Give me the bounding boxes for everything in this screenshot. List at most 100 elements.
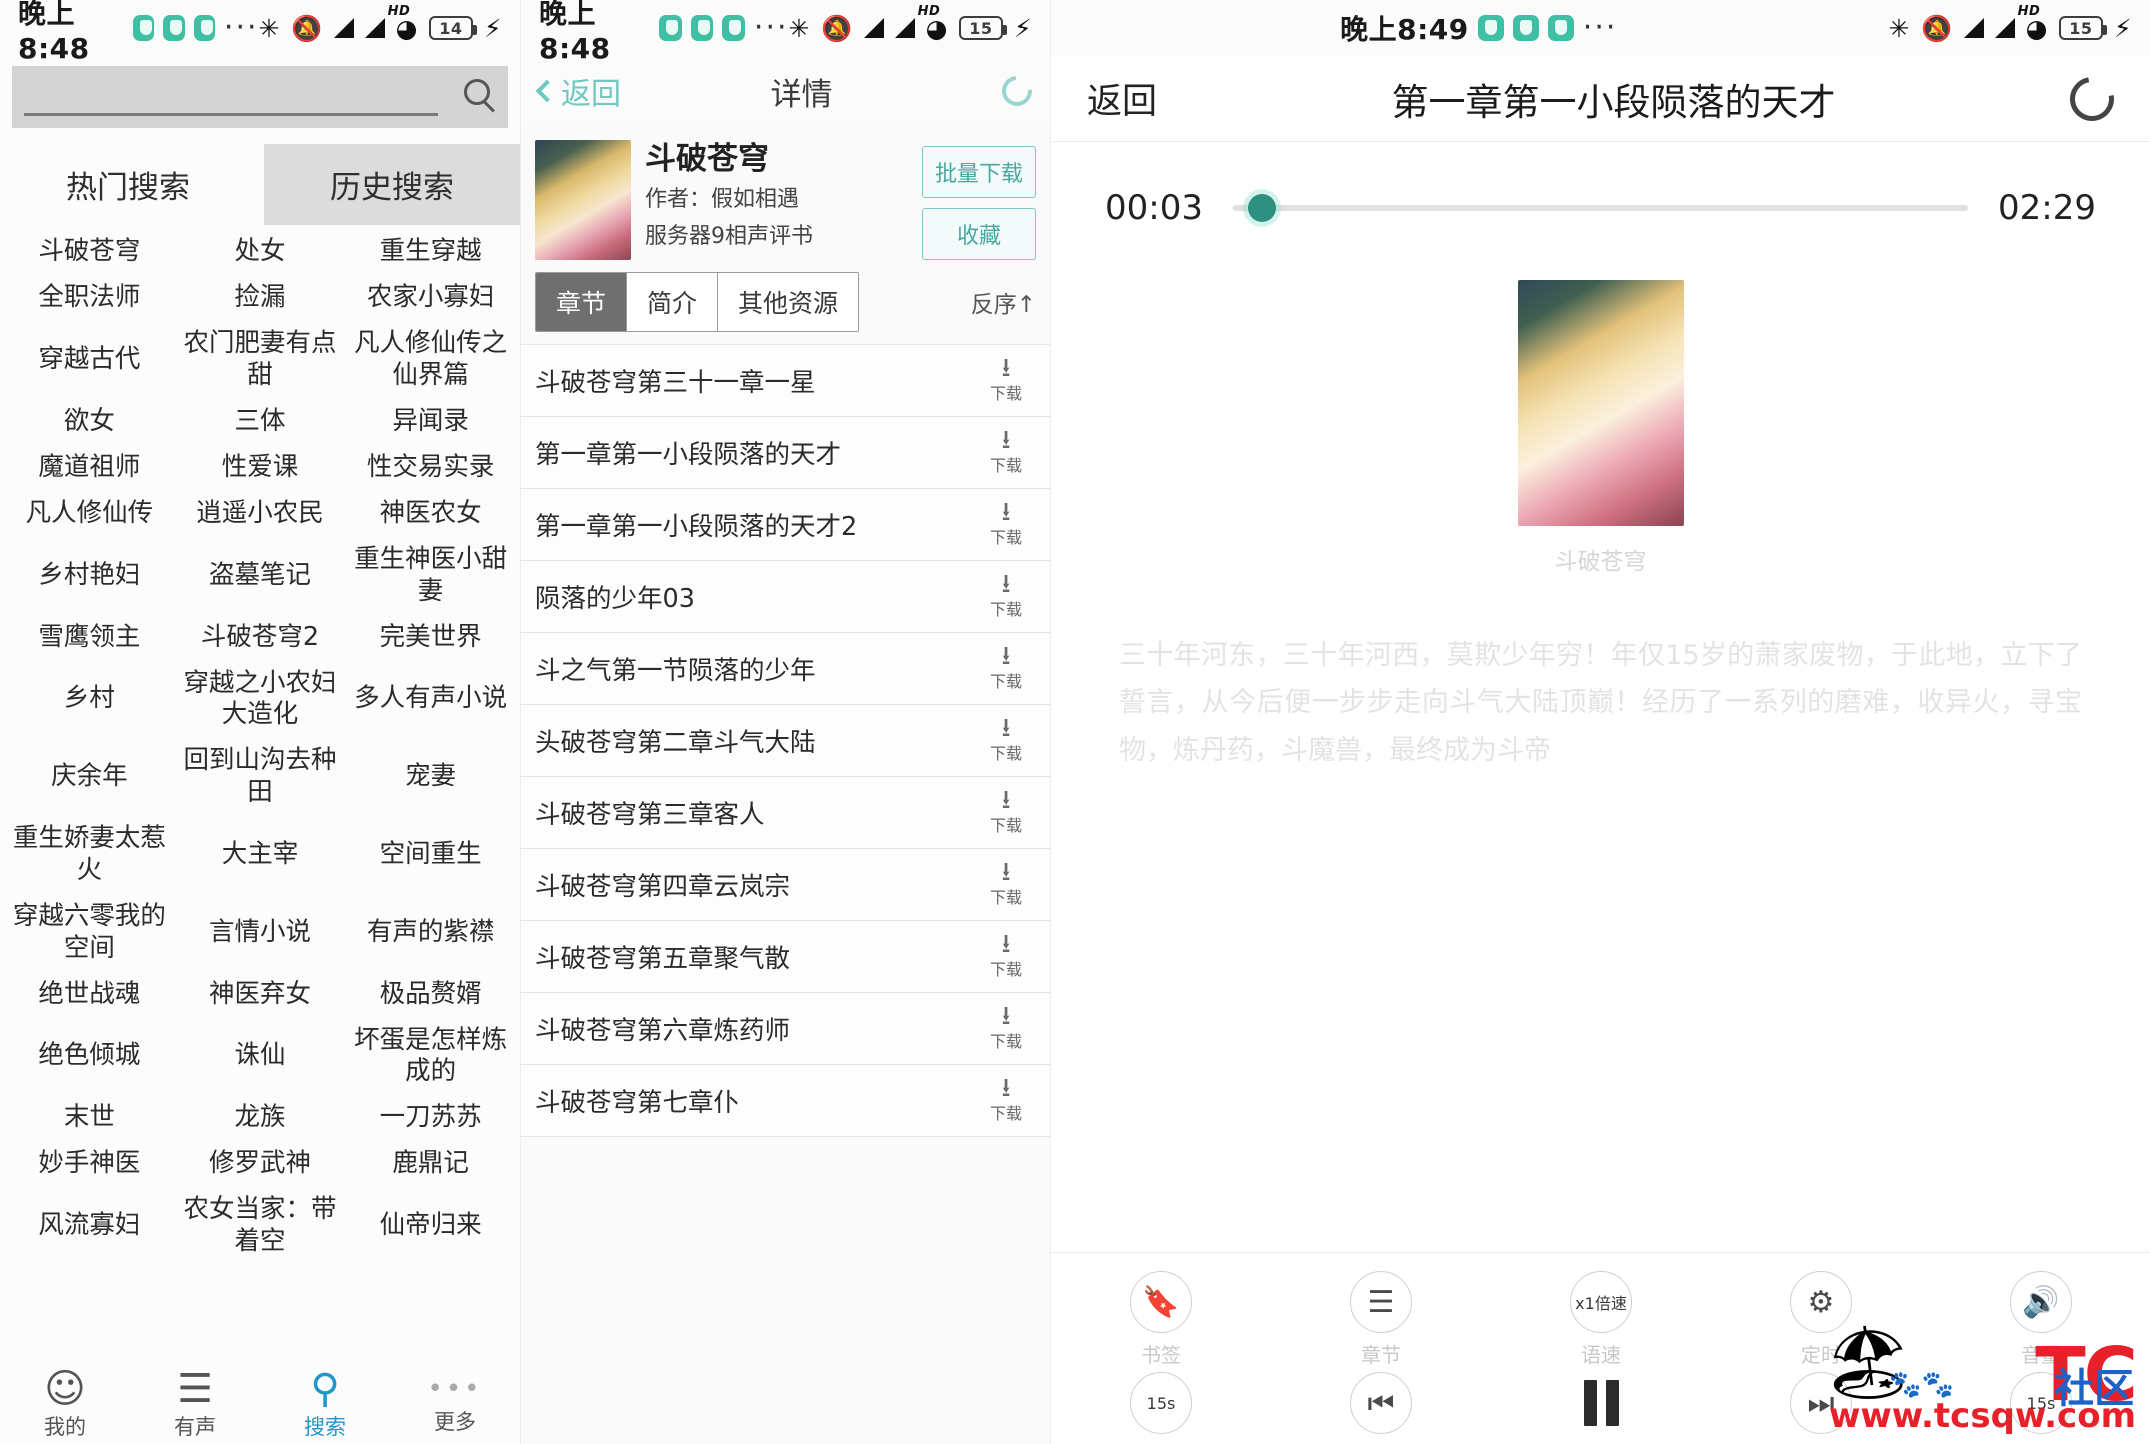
hot-keyword-item[interactable]: 逍遥小农民 <box>175 491 346 537</box>
hot-keyword-item[interactable]: 农门肥妻有点甜 <box>175 321 346 399</box>
chapter-row[interactable]: 头破苍穹第二章斗气大陆 ⭳ 下载 <box>521 705 1050 777</box>
chapter-row[interactable]: 斗破苍穹第三章客人 ⭳ 下载 <box>521 777 1050 849</box>
hot-keyword-item[interactable]: 龙族 <box>175 1095 346 1141</box>
hot-keyword-item[interactable]: 神医农女 <box>345 491 516 537</box>
sidebar-item-more[interactable]: ••• 更多 <box>390 1366 520 1444</box>
refresh-icon[interactable] <box>2061 67 2123 130</box>
download-button[interactable]: ⭳ 下载 <box>976 571 1036 620</box>
hot-keyword-item[interactable]: 诛仙 <box>175 1018 346 1096</box>
favorite-button[interactable]: 收藏 <box>921 208 1036 260</box>
chapter-row[interactable]: 第一章第一小段陨落的天才 ⭳ 下载 <box>521 417 1050 489</box>
download-button[interactable]: ⭳ 下载 <box>976 355 1036 404</box>
hot-keyword-item[interactable]: 空间重生 <box>345 816 516 894</box>
hot-keyword-item[interactable]: 多人有声小说 <box>345 661 516 739</box>
tab-chapters[interactable]: 章节 <box>536 273 628 331</box>
download-button[interactable]: ⭳ 下载 <box>976 427 1036 476</box>
download-button[interactable]: ⭳ 下载 <box>976 859 1036 908</box>
download-button[interactable]: ⭳ 下载 <box>976 931 1036 980</box>
next-button[interactable]: ⏭ <box>1746 1372 1896 1434</box>
bookmark-button[interactable]: 🔖 书签 <box>1086 1271 1236 1368</box>
refresh-icon[interactable] <box>995 69 1039 113</box>
hot-keyword-item[interactable]: 乡村艳妇 <box>4 537 175 615</box>
sidebar-item-audio[interactable]: ☰ 有声 <box>130 1366 260 1444</box>
hot-keyword-item[interactable]: 盗墓笔记 <box>175 537 346 615</box>
hot-keyword-item[interactable]: 一刀苏苏 <box>345 1095 516 1141</box>
hot-keyword-item[interactable]: 宠妻 <box>345 738 516 816</box>
download-button[interactable]: ⭳ 下载 <box>976 1075 1036 1124</box>
hot-keyword-item[interactable]: 风流寡妇 <box>4 1187 175 1265</box>
previous-button[interactable]: ⏮ <box>1306 1372 1456 1434</box>
hot-keyword-item[interactable]: 绝色倾城 <box>4 1018 175 1096</box>
hot-keyword-item[interactable]: 穿越六零我的空间 <box>4 894 175 972</box>
hot-keyword-item[interactable]: 穿越之小农妇大造化 <box>175 661 346 739</box>
hot-keyword-item[interactable]: 农家小寡妇 <box>345 275 516 321</box>
hot-keyword-item[interactable]: 大主宰 <box>175 816 346 894</box>
search-input[interactable] <box>12 66 508 128</box>
batch-download-button[interactable]: 批量下载 <box>921 146 1036 198</box>
hot-keyword-item[interactable]: 极品赘婿 <box>345 972 516 1018</box>
chapter-row[interactable]: 斗之气第一节陨落的少年 ⭳ 下载 <box>521 633 1050 705</box>
hot-keyword-item[interactable]: 性交易实录 <box>345 445 516 491</box>
hot-keyword-item[interactable]: 重生穿越 <box>345 229 516 275</box>
hot-keyword-item[interactable]: 鹿鼎记 <box>345 1141 516 1187</box>
hot-keyword-item[interactable]: 有声的紫襟 <box>345 894 516 972</box>
hot-keyword-item[interactable]: 仙帝归来 <box>345 1187 516 1265</box>
hot-keyword-item[interactable]: 妙手神医 <box>4 1141 175 1187</box>
hot-keyword-item[interactable]: 言情小说 <box>175 894 346 972</box>
hot-keyword-item[interactable]: 重生娇妻太惹火 <box>4 816 175 894</box>
download-button[interactable]: ⭳ 下载 <box>976 643 1036 692</box>
hot-keyword-item[interactable]: 全职法师 <box>4 275 175 321</box>
hot-keyword-item[interactable]: 穿越古代 <box>4 321 175 399</box>
hot-keyword-item[interactable]: 雪鹰领主 <box>4 615 175 661</box>
pause-button[interactable] <box>1526 1380 1676 1426</box>
tab-hot-search[interactable]: 热门搜索 <box>0 144 256 225</box>
tab-history-search[interactable]: 历史搜索 <box>264 144 520 225</box>
hot-keyword-item[interactable]: 坏蛋是怎样炼成的 <box>345 1018 516 1096</box>
chapter-row[interactable]: 斗破苍穹第六章炼药师 ⭳ 下载 <box>521 993 1050 1065</box>
speed-button[interactable]: x1倍速 语速 <box>1526 1271 1676 1368</box>
hot-keyword-item[interactable]: 欲女 <box>4 399 175 445</box>
download-button[interactable]: ⭳ 下载 <box>976 499 1036 548</box>
hot-keyword-item[interactable]: 乡村 <box>4 661 175 739</box>
rewind-15-button[interactable]: 15s <box>1086 1372 1236 1434</box>
hot-keyword-item[interactable]: 神医弃女 <box>175 972 346 1018</box>
volume-button[interactable]: 🔊 音量 <box>1966 1271 2116 1368</box>
chapter-row[interactable]: 斗破苍穹第五章聚气散 ⭳ 下载 <box>521 921 1050 993</box>
hot-keyword-item[interactable]: 性爱课 <box>175 445 346 491</box>
hot-keyword-item[interactable]: 斗破苍穹 <box>4 229 175 275</box>
sidebar-item-search[interactable]: ⚲ 搜索 <box>260 1366 390 1444</box>
hot-keyword-item[interactable]: 捡漏 <box>175 275 346 321</box>
chapter-row[interactable]: 斗破苍穹第四章云岚宗 ⭳ 下载 <box>521 849 1050 921</box>
hot-keyword-item[interactable]: 农女当家：带着空 <box>175 1187 346 1265</box>
chapter-row[interactable]: 第一章第一小段陨落的天才2 ⭳ 下载 <box>521 489 1050 561</box>
forward-15-button[interactable]: 15s <box>1966 1372 2116 1434</box>
tab-other-resources[interactable]: 其他资源 <box>718 273 859 331</box>
hot-keyword-item[interactable]: 凡人修仙传 <box>4 491 175 537</box>
hot-keyword-item[interactable]: 回到山沟去种田 <box>175 738 346 816</box>
progress-knob[interactable] <box>1247 194 1276 222</box>
hot-keyword-item[interactable]: 三体 <box>175 399 346 445</box>
back-button[interactable]: 返回 <box>1087 73 1157 124</box>
hot-keyword-item[interactable]: 处女 <box>175 229 346 275</box>
chapter-row[interactable]: 斗破苍穹第三十一章一星 ⭳ 下载 <box>521 345 1050 417</box>
hot-keyword-item[interactable]: 魔道祖师 <box>4 445 175 491</box>
chapter-row[interactable]: 陨落的少年03 ⭳ 下载 <box>521 561 1050 633</box>
hot-keyword-item[interactable]: 修罗武神 <box>175 1141 346 1187</box>
hot-keyword-item[interactable]: 末世 <box>4 1095 175 1141</box>
hot-keyword-item[interactable]: 庆余年 <box>4 738 175 816</box>
hot-keyword-item[interactable]: 斗破苍穹2 <box>175 615 346 661</box>
chapters-button[interactable]: ☰ 章节 <box>1306 1271 1456 1368</box>
download-button[interactable]: ⭳ 下载 <box>976 787 1036 836</box>
search-icon[interactable] <box>464 79 490 105</box>
chapter-row[interactable]: 斗破苍穹第七章仆 ⭳ 下载 <box>521 1065 1050 1137</box>
hot-keyword-item[interactable]: 重生神医小甜妻 <box>345 537 516 615</box>
sort-reverse-button[interactable]: 反序↑ <box>971 285 1036 319</box>
hot-keyword-item[interactable]: 凡人修仙传之仙界篇 <box>345 321 516 399</box>
download-button[interactable]: ⭳ 下载 <box>976 1003 1036 1052</box>
timer-button[interactable]: ⚙ 定时 <box>1746 1271 1896 1368</box>
hot-keyword-item[interactable]: 异闻录 <box>345 399 516 445</box>
download-button[interactable]: ⭳ 下载 <box>976 715 1036 764</box>
hot-keyword-item[interactable]: 完美世界 <box>345 615 516 661</box>
tab-intro[interactable]: 简介 <box>627 273 719 331</box>
sidebar-item-mine[interactable]: ☺ 我的 <box>0 1366 130 1444</box>
